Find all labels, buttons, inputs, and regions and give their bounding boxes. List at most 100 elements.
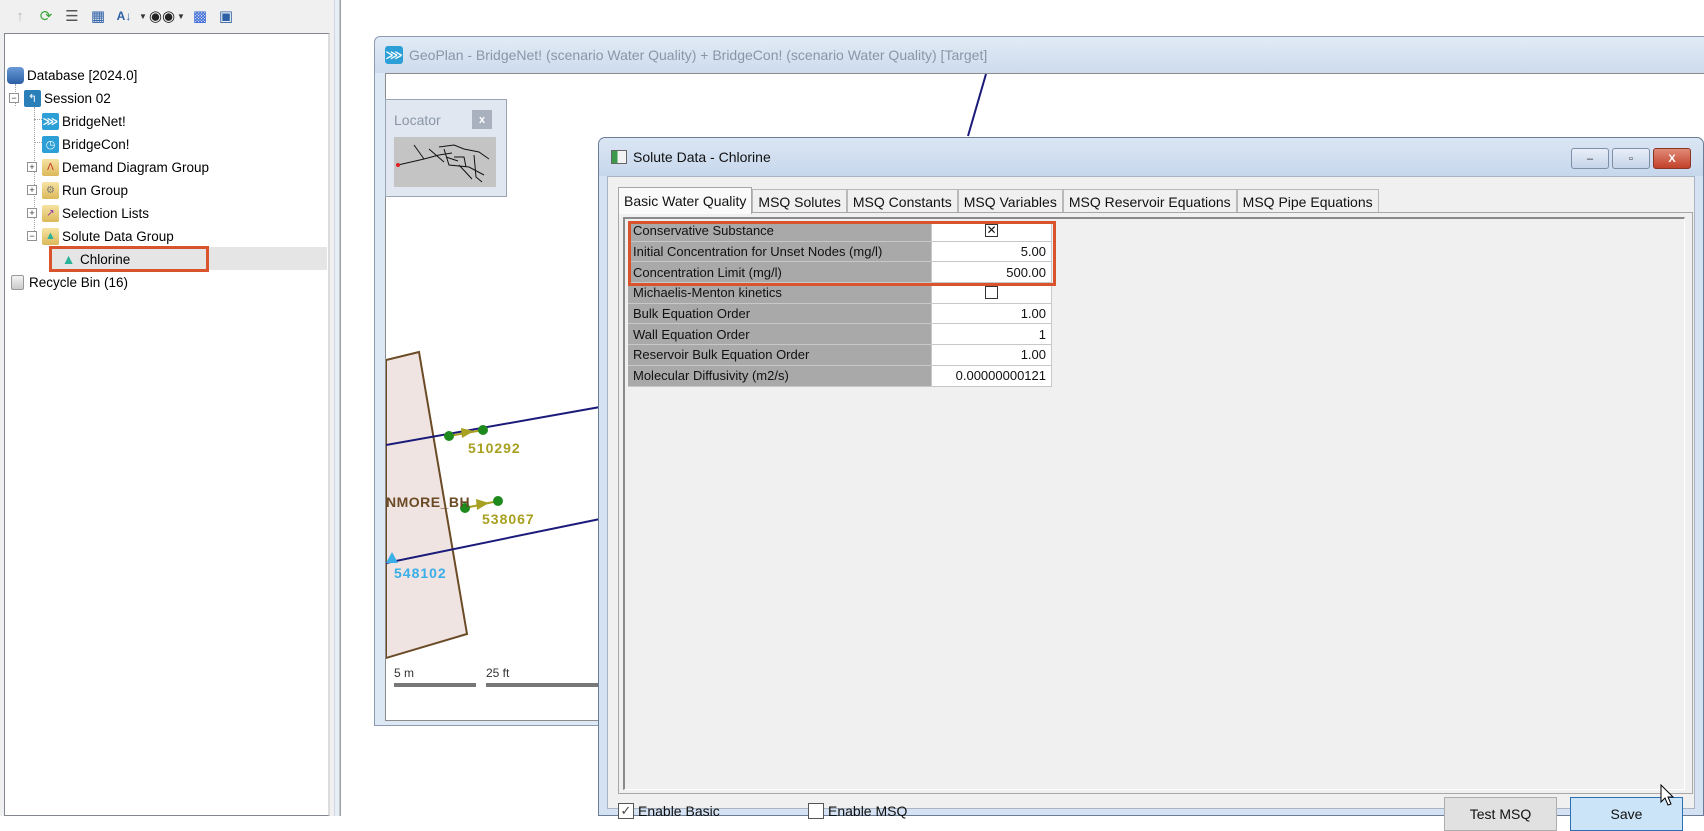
tree-item-bridgecon[interactable]: ◷ BridgeCon! <box>42 133 130 155</box>
property-name: Concentration Limit (mg/l) <box>628 262 932 284</box>
node-marker[interactable] <box>493 496 503 506</box>
property-name: Reservoir Bulk Equation Order <box>628 345 932 366</box>
tab-panel-basic-water-quality: Conservative Substance ✕ Initial Concent… <box>618 212 1693 794</box>
minimize-button[interactable]: – <box>1571 148 1609 169</box>
tree-item-recycle-bin[interactable]: Recycle Bin (16) <box>9 271 128 293</box>
network-icon: ⋙ <box>42 112 59 130</box>
dialog-titlebar[interactable]: Solute Data - Chlorine <box>599 138 1703 176</box>
bulk-equation-order-field[interactable]: 1.00 <box>932 303 1052 325</box>
molecular-diffusivity-field[interactable]: 0.00000000121 <box>932 365 1052 387</box>
database-icon <box>7 66 24 84</box>
tree-structure-icon[interactable]: ▩ <box>188 5 212 27</box>
scale-bar-metric <box>394 683 476 687</box>
find-dropdown-icon[interactable]: ▼ <box>176 12 186 21</box>
enable-msq-checkbox[interactable]: Enable MSQ <box>808 803 907 819</box>
explorer-panel: ↑ ⟳ ☰ ▦ A↓ ▼ ◉◉ ▼ ▩ ▣ Database [2024.0] … <box>0 0 334 816</box>
folder-icon: ▲ <box>42 227 59 245</box>
tree-item-demand-diagram-group[interactable]: + Λ Demand Diagram Group <box>27 156 209 178</box>
up-arrow-icon[interactable]: ↑ <box>8 5 32 27</box>
enable-basic-checkbox[interactable]: ✓ Enable Basic <box>618 803 720 819</box>
binoculars-icon[interactable]: ◉◉ <box>149 5 175 27</box>
test-msq-button[interactable]: Test MSQ <box>1444 797 1557 831</box>
area-label: NMORE_BH <box>386 494 471 510</box>
control-icon: ◷ <box>42 135 59 153</box>
node-marker[interactable] <box>478 425 488 435</box>
geoplan-title: GeoPlan - BridgeNet! (scenario Water Qua… <box>409 47 988 63</box>
refresh-icon[interactable]: ⟳ <box>34 5 58 27</box>
maximize-icon: ▫ <box>1629 152 1633 165</box>
node-label: 510292 <box>468 440 521 456</box>
geoplan-titlebar[interactable]: ⋙ GeoPlan - BridgeNet! (scenario Water Q… <box>375 37 1704 73</box>
tree-item-session[interactable]: − ↰ Session 02 <box>9 87 111 109</box>
close-button[interactable]: X <box>1653 148 1691 169</box>
property-grid: Conservative Substance ✕ Initial Concent… <box>628 221 1056 387</box>
sort-dropdown-icon[interactable]: ▼ <box>138 12 148 21</box>
property-row: Bulk Equation Order 1.00 <box>628 303 1052 325</box>
michaelis-menton-checkbox[interactable] <box>985 286 998 300</box>
property-name: Bulk Equation Order <box>628 303 932 325</box>
wall-equation-order-field[interactable]: 1 <box>932 324 1052 346</box>
expand-icon[interactable]: + <box>27 208 37 218</box>
tab-msq-constants[interactable]: MSQ Constants <box>846 189 958 213</box>
collapse-icon[interactable]: − <box>9 93 19 103</box>
tree-item-run-group[interactable]: + ⚙ Run Group <box>27 179 128 201</box>
locator-thumbnail[interactable] <box>394 137 496 187</box>
minimize-icon: – <box>1586 152 1594 165</box>
property-name: Initial Concentration for Unset Nodes (m… <box>628 241 932 263</box>
locator-panel[interactable]: Locator x <box>385 99 507 197</box>
property-name: Conservative Substance <box>628 221 932 242</box>
folder-icon: ↗ <box>42 204 59 222</box>
sort-az-icon[interactable]: A↓ <box>112 5 136 27</box>
tree-item-selection-lists[interactable]: + ↗ Selection Lists <box>27 202 149 224</box>
list-view-icon[interactable]: ☰ <box>60 5 84 27</box>
concentration-limit-field[interactable]: 500.00 <box>932 262 1052 284</box>
checkbox-box[interactable] <box>808 803 824 819</box>
reservoir-bulk-equation-order-field[interactable]: 1.00 <box>932 345 1052 366</box>
node-marker[interactable] <box>444 431 454 441</box>
close-icon: X <box>1668 152 1676 165</box>
tree-item-solute-data-group[interactable]: − ▲ Solute Data Group <box>27 225 174 247</box>
pipe-line[interactable] <box>967 74 987 137</box>
tab-basic-water-quality[interactable]: Basic Water Quality <box>618 187 753 214</box>
property-value[interactable]: ✕ <box>932 221 1052 242</box>
close-icon[interactable]: x <box>472 110 492 129</box>
property-value[interactable] <box>932 283 1052 304</box>
property-name: Molecular Diffusivity (m2/s) <box>628 365 932 387</box>
tab-strip: Basic Water Quality MSQ Solutes MSQ Cons… <box>618 187 1379 214</box>
scale-label-metric: 5 m <box>394 666 415 680</box>
collapse-icon[interactable]: − <box>27 231 37 241</box>
property-row: Michaelis-Menton kinetics <box>628 283 1052 304</box>
tab-msq-pipe-equations[interactable]: MSQ Pipe Equations <box>1236 189 1379 213</box>
tree-item-database[interactable]: Database [2024.0] <box>7 64 137 86</box>
checkbox-box[interactable]: ✓ <box>618 803 634 819</box>
annotation-highlight-box <box>49 246 209 272</box>
conservative-substance-checkbox[interactable]: ✕ <box>985 224 998 238</box>
tab-msq-solutes[interactable]: MSQ Solutes <box>752 189 847 213</box>
explorer-toolbar: ↑ ⟳ ☰ ▦ A↓ ▼ ◉◉ ▼ ▩ ▣ <box>0 0 334 32</box>
expand-icon[interactable]: + <box>27 185 37 195</box>
tab-msq-variables[interactable]: MSQ Variables <box>957 189 1063 213</box>
folder-icon: Λ <box>42 158 59 176</box>
expand-icon[interactable]: + <box>27 162 37 172</box>
dialog-icon <box>611 150 627 164</box>
property-row: Initial Concentration for Unset Nodes (m… <box>628 241 1052 263</box>
sort-grid-icon[interactable]: ▦ <box>86 5 110 27</box>
property-row: Molecular Diffusivity (m2/s) 0.000000001… <box>628 365 1052 387</box>
property-name: Wall Equation Order <box>628 324 932 346</box>
session-icon: ↰ <box>24 89 41 107</box>
valve-arrow-icon <box>476 499 489 510</box>
tree-item-bridgenet[interactable]: ⋙ BridgeNet! <box>42 110 126 132</box>
tab-msq-reservoir-equations[interactable]: MSQ Reservoir Equations <box>1062 189 1237 213</box>
property-row: Reservoir Bulk Equation Order 1.00 <box>628 345 1052 366</box>
property-row: Conservative Substance ✕ <box>628 221 1052 242</box>
window-find-icon[interactable]: ▣ <box>214 5 238 27</box>
node-label: 538067 <box>482 511 535 527</box>
initial-concentration-field[interactable]: 5.00 <box>932 241 1052 263</box>
maximize-button[interactable]: ▫ <box>1612 148 1650 169</box>
dialog-body: Basic Water Quality MSQ Solutes MSQ Cons… <box>607 176 1695 831</box>
property-name: Michaelis-Menton kinetics <box>628 283 932 304</box>
network-icon: ⋙ <box>385 46 403 64</box>
scale-label-imperial: 25 ft <box>486 666 510 680</box>
property-row: Wall Equation Order 1 <box>628 324 1052 346</box>
reservoir-label: 548102 <box>394 565 447 581</box>
